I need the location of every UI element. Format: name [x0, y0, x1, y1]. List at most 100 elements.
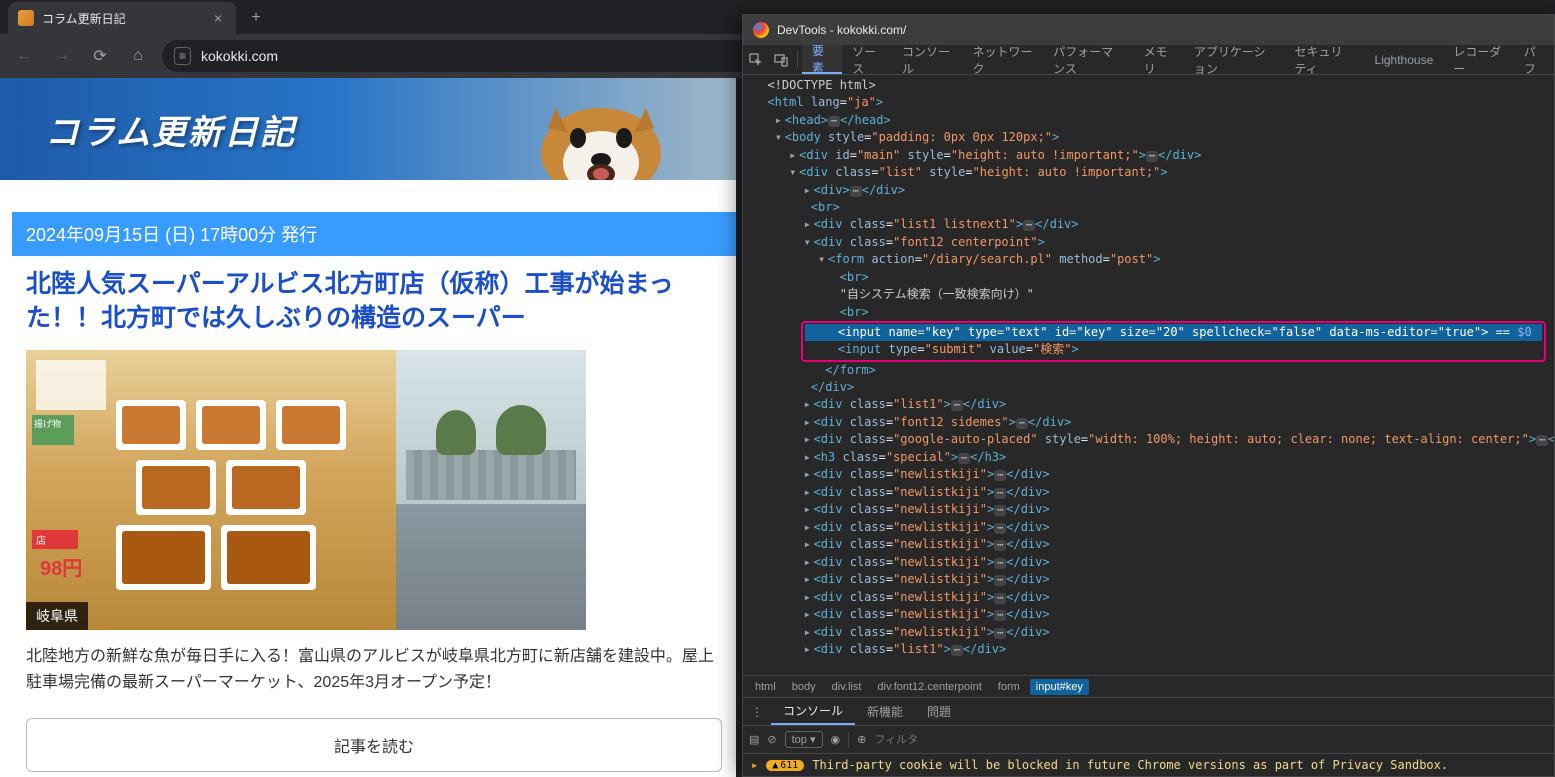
inspect-element-icon[interactable] [743, 45, 768, 74]
console-warning-row[interactable]: ▸ ▲ 611 Third-party cookie will be block… [743, 754, 1554, 776]
drawer-tab-whatsnew[interactable]: 新機能 [855, 698, 915, 725]
dom-row[interactable]: <br> [749, 199, 1554, 216]
back-button[interactable]: ← [10, 42, 38, 70]
dom-row[interactable]: ▾<div class="font12 centerpoint"> [749, 234, 1554, 251]
close-tab-icon[interactable]: × [210, 10, 226, 26]
console-sidebar-icon[interactable]: ▤ [749, 733, 759, 746]
dom-row[interactable]: ▸<div class="list1">⋯</div> [749, 641, 1554, 659]
dom-row[interactable]: ▸<div>⋯</div> [749, 182, 1554, 200]
dom-row[interactable]: ▸<div class="newlistkiji">⋯</div> [749, 606, 1554, 624]
context-selector[interactable]: top ▾ [785, 731, 823, 748]
warning-icon: ▸ [751, 758, 758, 772]
breadcrumb-item[interactable]: div.list [826, 679, 868, 695]
image-region-badge: 岐阜県 [26, 602, 88, 630]
dom-row[interactable]: ▸<div class="newlistkiji">⋯</div> [749, 501, 1554, 519]
breadcrumb-item[interactable]: input#key [1030, 679, 1089, 695]
dom-row[interactable]: ▸<div class="newlistkiji">⋯</div> [749, 484, 1554, 502]
dom-row[interactable]: <br> [749, 304, 1554, 321]
console-filter-input[interactable] [874, 734, 1548, 746]
devtools-tab-7[interactable]: セキュリティ [1285, 45, 1365, 74]
url-text: kokokki.com [201, 48, 278, 64]
devtools-tabs: 要素ソースコンソールネットワークパフォーマンスメモリアプリケーションセキュリティ… [743, 45, 1554, 75]
dom-row[interactable]: ▸<div class="list1">⋯</div> [749, 396, 1554, 414]
dom-row[interactable]: ▾<div class="list" style="height: auto !… [749, 164, 1554, 181]
dom-row[interactable]: <!DOCTYPE html> [749, 77, 1554, 94]
dom-row[interactable]: ▸<h3 class="special">⋯</h3> [749, 449, 1554, 467]
devtools-tab-2[interactable]: コンソール [892, 45, 963, 74]
favicon-icon [18, 10, 34, 26]
devtools-tab-8[interactable]: Lighthouse [1365, 45, 1444, 74]
tab-title: コラム更新日記 [42, 10, 202, 27]
article-image: 揚げ物 店 98円 岐阜県 [26, 350, 586, 630]
breadcrumb-item[interactable]: body [786, 679, 822, 695]
dom-row[interactable]: ▸<div class="newlistkiji">⋯</div> [749, 571, 1554, 589]
dom-row-selected[interactable]: <input name="key" type="text" id="key" s… [805, 324, 1542, 341]
article-content: 2024年09月15日 (日) 17時00分 発行 北陸人気スーパーアルビス北方… [0, 212, 736, 772]
dom-row[interactable]: ▸<div class="google-auto-placed" style="… [749, 431, 1554, 449]
filter-icon: ⊕ [857, 733, 866, 746]
site-banner: コラム更新日記 [0, 78, 736, 180]
dom-row[interactable]: <html lang="ja"> [749, 94, 1554, 111]
devtools-tab-10[interactable]: パフ [1514, 45, 1554, 74]
dom-row[interactable]: </div> [749, 379, 1554, 396]
devtools-tab-5[interactable]: メモリ [1134, 45, 1184, 74]
dom-row[interactable]: </form> [749, 362, 1554, 379]
devtools-titlebar[interactable]: DevTools - kokokki.com/ [743, 15, 1554, 45]
devtools-tab-3[interactable]: ネットワーク [962, 45, 1043, 74]
price-label: 98円 [36, 550, 86, 583]
clear-console-icon[interactable]: ⊘ [767, 733, 776, 746]
dom-row[interactable]: ▸<div class="newlistkiji">⋯</div> [749, 519, 1554, 537]
elements-panel[interactable]: <!DOCTYPE html> <html lang="ja"> ▸<head>… [743, 75, 1554, 675]
devtools-tab-9[interactable]: レコーダー [1443, 45, 1514, 74]
dom-row[interactable]: <br> [749, 269, 1554, 286]
site-title: コラム更新日記 [45, 105, 296, 154]
dom-row[interactable]: ▸<div class="newlistkiji">⋯</div> [749, 589, 1554, 607]
breadcrumb-item[interactable]: div.font12.centerpoint [871, 679, 987, 695]
devtools-tab-6[interactable]: アプリケーション [1184, 45, 1285, 74]
home-button[interactable]: ⌂ [124, 42, 152, 70]
live-expression-icon[interactable]: ◉ [831, 733, 841, 746]
highlighted-dom-region: <input name="key" type="text" id="key" s… [801, 321, 1546, 362]
devtools-tab-4[interactable]: パフォーマンス [1043, 45, 1134, 74]
console-warning-text: Third-party cookie will be blocked in fu… [812, 758, 1448, 772]
drawer-tab-console[interactable]: コンソール [771, 698, 855, 725]
device-toolbar-icon[interactable] [768, 45, 793, 74]
dom-row[interactable]: <input type="submit" value="検索"> [805, 341, 1542, 358]
devtools-tab-0[interactable]: 要素 [802, 45, 842, 74]
drawer-tabs: ⋮ コンソール 新機能 問題 [743, 698, 1554, 726]
dom-row[interactable]: "自システム検索（一致検索向け）" [749, 286, 1554, 303]
article-body: 北陸地方の新鮮な魚が毎日手に入る！富山県のアルビスが岐阜県北方町に新店舗を建設中… [12, 636, 736, 705]
console-drawer: ⋮ コンソール 新機能 問題 ▤ ⊘ top ▾ ◉ ⊕ ▸ ▲ 611 Thi… [743, 697, 1554, 776]
banner-dog-image [506, 78, 696, 180]
publish-date: 2024年09月15日 (日) 17時00分 発行 [12, 212, 736, 256]
page-viewport: コラム更新日記 2024年09月15日 (日) 17時00分 発行 北陸人気スー… [0, 78, 736, 777]
dom-row[interactable]: ▸<div class="newlistkiji">⋯</div> [749, 466, 1554, 484]
devtools-icon [753, 22, 769, 38]
read-more-button[interactable]: 記事を読む [26, 718, 722, 772]
drawer-tab-issues[interactable]: 問題 [915, 698, 963, 725]
drawer-menu-icon[interactable]: ⋮ [743, 698, 771, 725]
dom-row[interactable]: ▾<form action="/diary/search.pl" method=… [749, 251, 1554, 268]
breadcrumb-item[interactable]: form [992, 679, 1026, 695]
article-headline[interactable]: 北陸人気スーパーアルビス北方町店（仮称）工事が始まった！！北方町では久しぶりの構… [12, 256, 736, 344]
dom-row[interactable]: ▸<div class="newlistkiji">⋯</div> [749, 624, 1554, 642]
browser-tab[interactable]: コラム更新日記 × [8, 2, 236, 34]
dom-row[interactable]: ▾<body style="padding: 0px 0px 120px;"> [749, 129, 1554, 146]
devtools-tab-1[interactable]: ソース [842, 45, 892, 74]
dom-row[interactable]: ▸<div class="list1 listnext1">⋯</div> [749, 216, 1554, 234]
console-toolbar: ▤ ⊘ top ▾ ◉ ⊕ [743, 726, 1554, 754]
dom-row[interactable]: ▸<div id="main" style="height: auto !imp… [749, 147, 1554, 165]
dom-row[interactable]: ▸<div class="font12 sidemes">⋯</div> [749, 414, 1554, 432]
warning-count-badge: ▲ 611 [766, 760, 804, 771]
shelf-sign: 揚げ物 [32, 415, 74, 445]
address-bar[interactable]: ≡ kokokki.com [162, 40, 762, 72]
breadcrumb-item[interactable]: html [749, 679, 782, 695]
forward-button[interactable]: → [48, 42, 76, 70]
dom-row[interactable]: ▸<div class="newlistkiji">⋯</div> [749, 536, 1554, 554]
reload-button[interactable]: ⟳ [86, 42, 114, 70]
new-tab-button[interactable]: + [242, 4, 270, 32]
site-info-icon[interactable]: ≡ [174, 47, 191, 65]
breadcrumb-bar: htmlbodydiv.listdiv.font12.centerpoint fo… [743, 675, 1554, 697]
dom-row[interactable]: ▸<head>⋯</head> [749, 112, 1554, 130]
dom-row[interactable]: ▸<div class="newlistkiji">⋯</div> [749, 554, 1554, 572]
